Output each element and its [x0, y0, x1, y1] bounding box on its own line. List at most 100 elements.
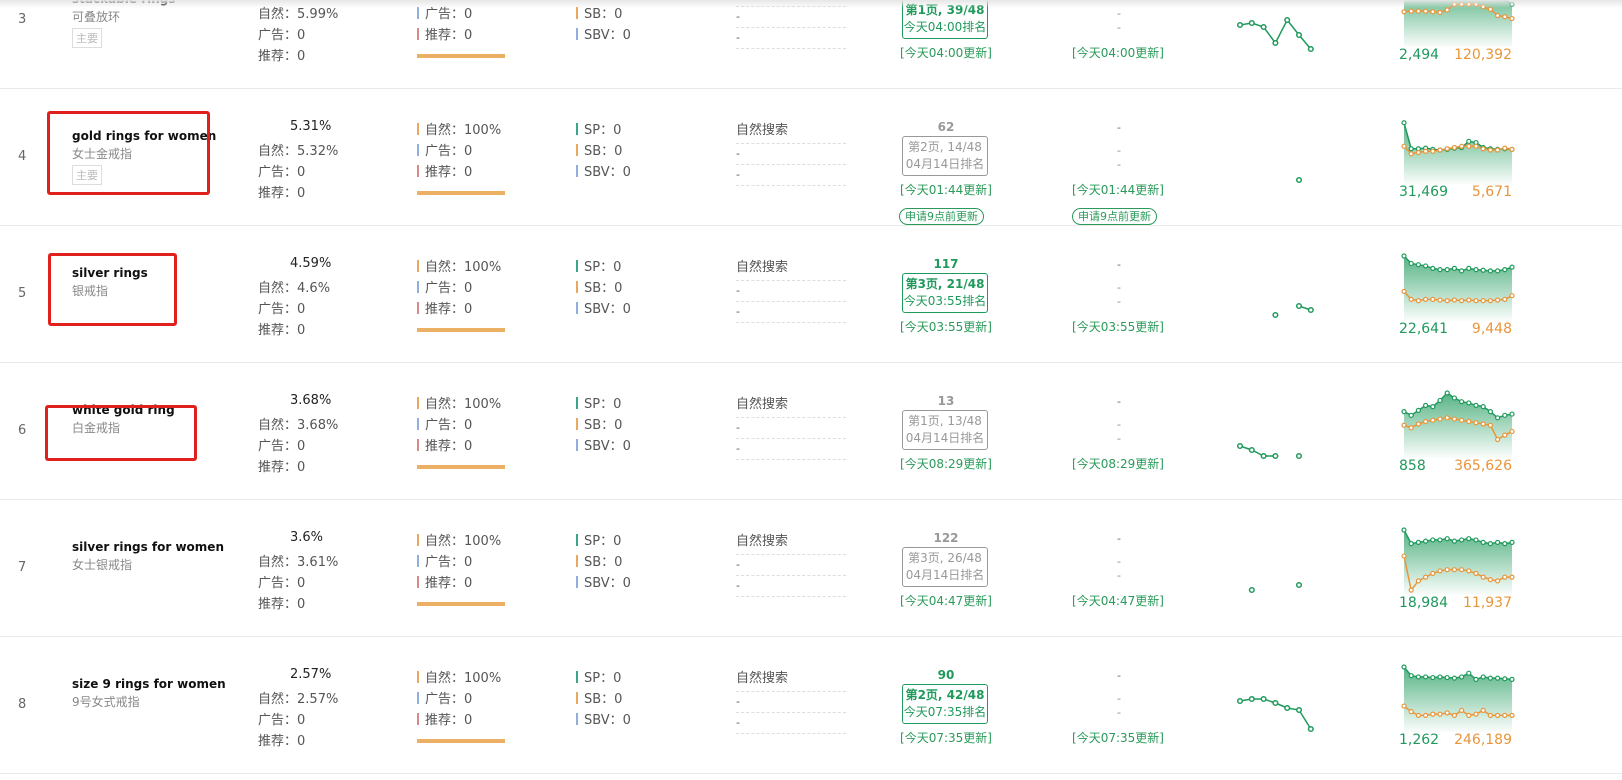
orange-series-point — [1437, 9, 1443, 15]
orange-series-point — [1401, 288, 1407, 294]
orange-series-point — [1430, 9, 1436, 15]
green-series-point — [1444, 267, 1450, 273]
green-series-point — [1415, 539, 1422, 546]
volume-trend-chart[interactable] — [0, 500, 1622, 637]
orange-series-point — [1401, 553, 1407, 559]
orange-series-point — [1466, 712, 1472, 718]
orange-series-point — [1458, 298, 1465, 304]
orange-series-point — [1408, 587, 1414, 593]
table-row: 3stackable rings可叠放环主要自然：5.99%广告：0推荐：0自然… — [0, 0, 1622, 89]
orange-series-point — [1494, 12, 1501, 19]
orange-series-point — [1509, 574, 1515, 580]
orange-series-point — [1494, 147, 1501, 153]
green-series-point — [1451, 395, 1458, 401]
orange-series-point — [1502, 574, 1508, 580]
volume-trend-chart[interactable] — [0, 0, 1622, 89]
green-series-point — [1430, 537, 1436, 543]
green-series-point — [1494, 675, 1501, 681]
green-series-point — [1408, 541, 1414, 547]
green-series-value: 18,984 — [1399, 595, 1448, 611]
orange-series-point — [1444, 567, 1450, 573]
green-series-point — [1480, 267, 1486, 273]
orange-series-point — [1415, 298, 1422, 304]
orange-series-point — [1408, 8, 1414, 14]
orange-series-point — [1451, 712, 1458, 718]
green-series-point — [1415, 674, 1422, 680]
green-series-point — [1509, 264, 1515, 270]
header-shadow — [0, 0, 1622, 8]
green-series-point — [1451, 675, 1458, 681]
table-row: 5 silver rings 银戒指 4.59% 自然：4.6% 广告：0 推荐：0 自然：1… — [0, 226, 1622, 363]
green-series-point — [1487, 408, 1494, 415]
green-series-point — [1401, 664, 1407, 670]
green-series-point — [1458, 268, 1465, 274]
orange-series-point — [1487, 422, 1494, 428]
green-series-point — [1415, 262, 1422, 268]
orange-series-point — [1458, 707, 1465, 714]
orange-series-point — [1444, 146, 1450, 152]
orange-series-point — [1487, 576, 1494, 583]
green-series-point — [1458, 674, 1465, 680]
volume-trend-chart[interactable] — [0, 637, 1622, 774]
orange-series-point — [1422, 418, 1429, 425]
orange-series-point — [1480, 707, 1486, 714]
green-series-point — [1451, 265, 1458, 272]
green-series-point — [1487, 675, 1494, 681]
volume-trend-chart[interactable] — [0, 363, 1622, 500]
green-series-point — [1466, 265, 1472, 272]
orange-series-point — [1502, 432, 1508, 438]
green-series-point — [1473, 402, 1479, 409]
green-series-point — [1401, 527, 1407, 533]
green-series-point — [1494, 415, 1501, 421]
orange-series-point — [1466, 143, 1472, 149]
orange-series-point — [1502, 712, 1508, 718]
green-series-point — [1502, 267, 1508, 273]
orange-series-point — [1422, 574, 1429, 580]
green-series-line — [1403, 122, 1513, 151]
green-series-point — [1430, 265, 1436, 272]
orange-series-point — [1480, 421, 1486, 427]
orange-series-point — [1437, 147, 1443, 153]
green-series-point — [1480, 674, 1486, 680]
orange-series-point — [1451, 416, 1458, 422]
orange-series-point — [1473, 420, 1479, 426]
orange-series-point — [1408, 709, 1414, 715]
green-series-point — [1458, 537, 1465, 543]
green-series-point — [1458, 399, 1465, 405]
orange-series-point — [1415, 712, 1422, 718]
green-series-point — [1422, 263, 1429, 269]
orange-series-point — [1458, 143, 1465, 149]
green-series-point — [1422, 402, 1429, 409]
orange-series-point — [1444, 415, 1450, 421]
orange-series-point — [1430, 711, 1436, 717]
volume-trend-chart[interactable] — [0, 226, 1622, 363]
orange-series-point — [1451, 297, 1458, 303]
orange-series-point — [1401, 703, 1407, 709]
orange-series-point — [1487, 712, 1494, 718]
orange-series-point — [1509, 712, 1515, 718]
green-series-point — [1494, 539, 1501, 546]
orange-series-value: 11,937 — [1463, 595, 1512, 611]
green-series-point — [1401, 408, 1407, 415]
green-area-fill — [1404, 530, 1512, 595]
green-series-point — [1415, 407, 1422, 413]
volume-trend-chart[interactable] — [0, 89, 1622, 226]
green-series-point — [1487, 268, 1494, 274]
green-series-point — [1408, 412, 1414, 418]
green-series-point — [1480, 404, 1486, 410]
orange-series-point — [1422, 148, 1429, 154]
table-row: 7 silver rings for women 女士银戒指 3.6% 自然：3.61%… — [0, 500, 1622, 637]
orange-series-point — [1458, 567, 1465, 573]
orange-series-point — [1408, 425, 1414, 431]
orange-series-point — [1415, 578, 1422, 584]
green-series-point — [1422, 674, 1429, 680]
green-series-point — [1502, 541, 1508, 547]
table-row: 8 size 9 rings for women 9号女式戒指 2.57% 自然：2.5… — [0, 637, 1622, 774]
orange-series-point — [1509, 428, 1515, 435]
orange-series-point — [1509, 146, 1515, 152]
orange-series-point — [1509, 15, 1515, 22]
orange-series-point — [1408, 151, 1414, 157]
orange-series-value: 246,189 — [1454, 732, 1512, 748]
orange-series-point — [1494, 436, 1501, 443]
green-series-point — [1437, 397, 1443, 404]
